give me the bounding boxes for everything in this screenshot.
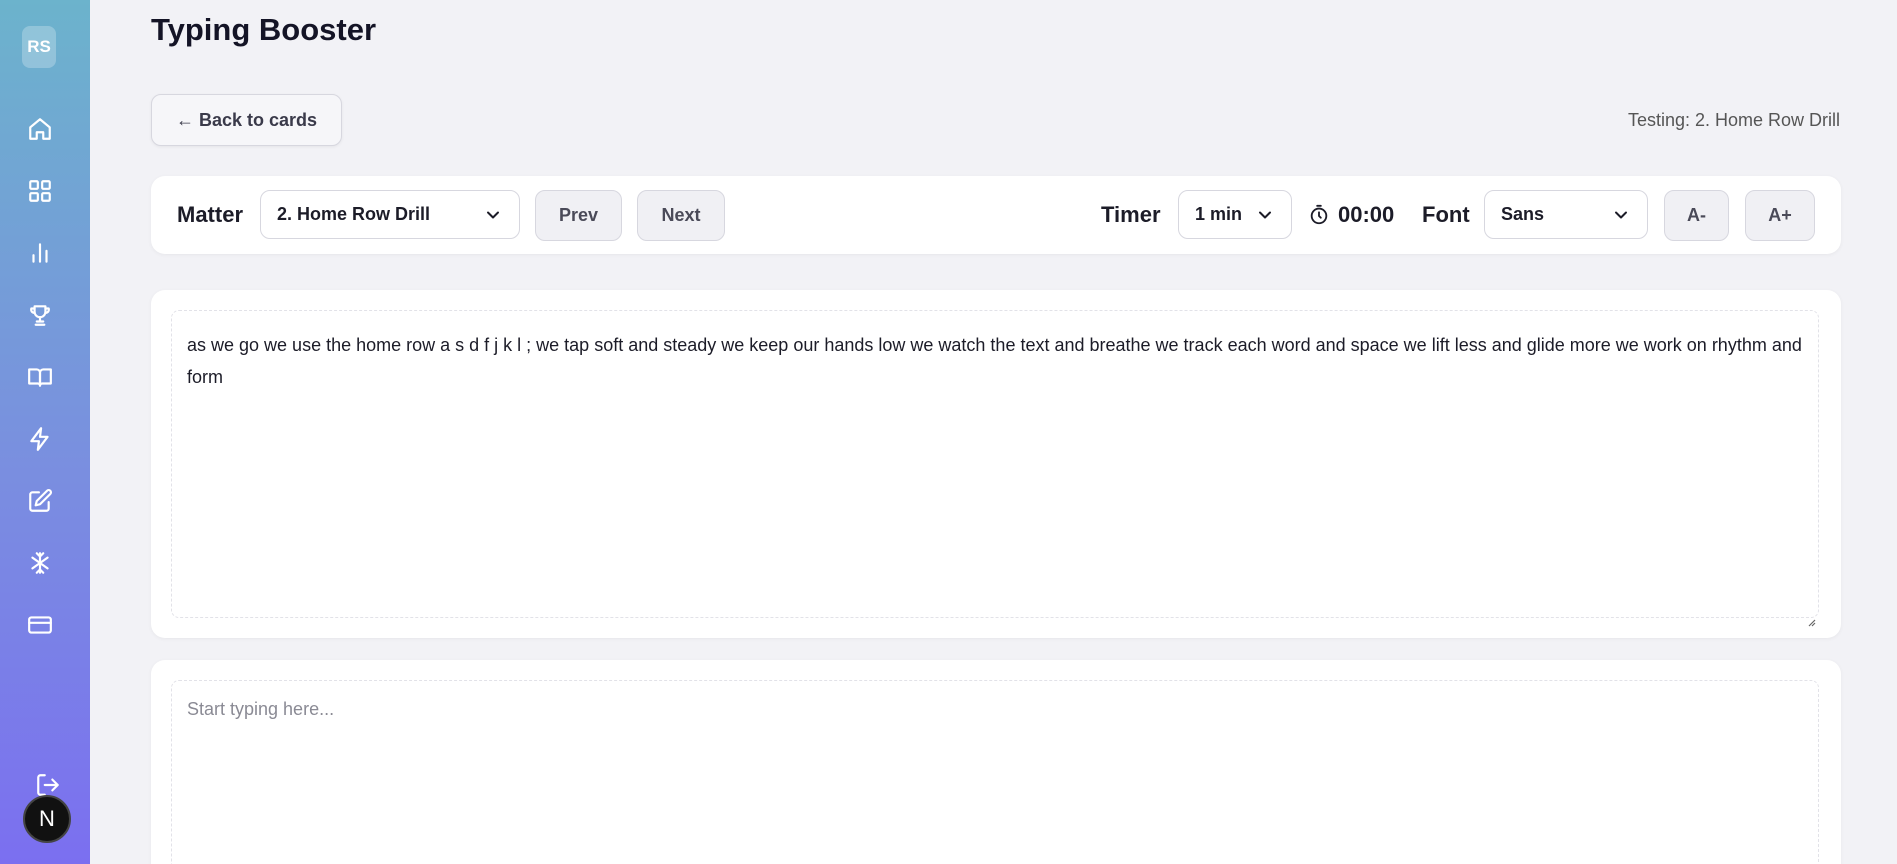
trophy-icon[interactable] (25, 300, 55, 330)
timer-select[interactable]: 1 min (1178, 190, 1292, 239)
matter-label: Matter (177, 202, 244, 227)
resize-handle[interactable] (1806, 605, 1816, 627)
matter-select-value: 2. Home Row Drill (277, 204, 431, 224)
font-increase-button[interactable]: A+ (1745, 190, 1815, 241)
matter-card: as we go we use the home row a s d f j k… (151, 290, 1841, 638)
grid-icon[interactable] (25, 176, 55, 206)
timer-select-value: 1 min (1195, 204, 1243, 224)
home-icon[interactable] (25, 114, 55, 144)
chevron-down-icon (1615, 211, 1627, 218)
font-select-value: Sans (1501, 204, 1545, 224)
timer-label: Timer (1101, 202, 1161, 227)
lightning-icon[interactable] (25, 424, 55, 454)
next-button[interactable]: Next (637, 190, 725, 241)
credit-card-icon[interactable] (25, 610, 55, 640)
book-icon[interactable] (25, 362, 55, 392)
sidebar: RS N (0, 0, 90, 864)
back-to-cards-button[interactable]: ← Back to cards (151, 94, 342, 146)
stopwatch-icon (1310, 204, 1328, 225)
matter-select[interactable]: 2. Home Row Drill (260, 190, 520, 239)
n-badge[interactable]: N (23, 795, 71, 843)
controls-bar: Matter 2. Home Row Drill Prev Next Timer… (151, 176, 1841, 254)
sparkle-icon[interactable] (25, 548, 55, 578)
timer-value: 00:00 (1338, 202, 1395, 227)
page-title: Typing Booster (151, 12, 377, 47)
chevron-down-icon (487, 211, 499, 218)
testing-label: Testing: 2. Home Row Drill (1627, 110, 1840, 130)
font-label: Font (1422, 202, 1470, 227)
user-avatar[interactable]: RS (22, 26, 56, 68)
edit-icon[interactable] (25, 486, 55, 516)
prev-button[interactable]: Prev (535, 190, 622, 241)
matter-text: as we go we use the home row a s d f j k… (171, 310, 1819, 627)
chevron-down-icon (1259, 211, 1271, 218)
font-select[interactable]: Sans (1484, 190, 1648, 239)
matter-text-content: as we go we use the home row a s d f j k… (187, 335, 1802, 387)
bar-chart-icon[interactable] (25, 238, 55, 268)
typing-card (151, 660, 1841, 864)
font-decrease-button[interactable]: A- (1664, 190, 1729, 241)
typing-input[interactable] (171, 680, 1819, 864)
timer-display: 00:00 (1308, 202, 1394, 228)
